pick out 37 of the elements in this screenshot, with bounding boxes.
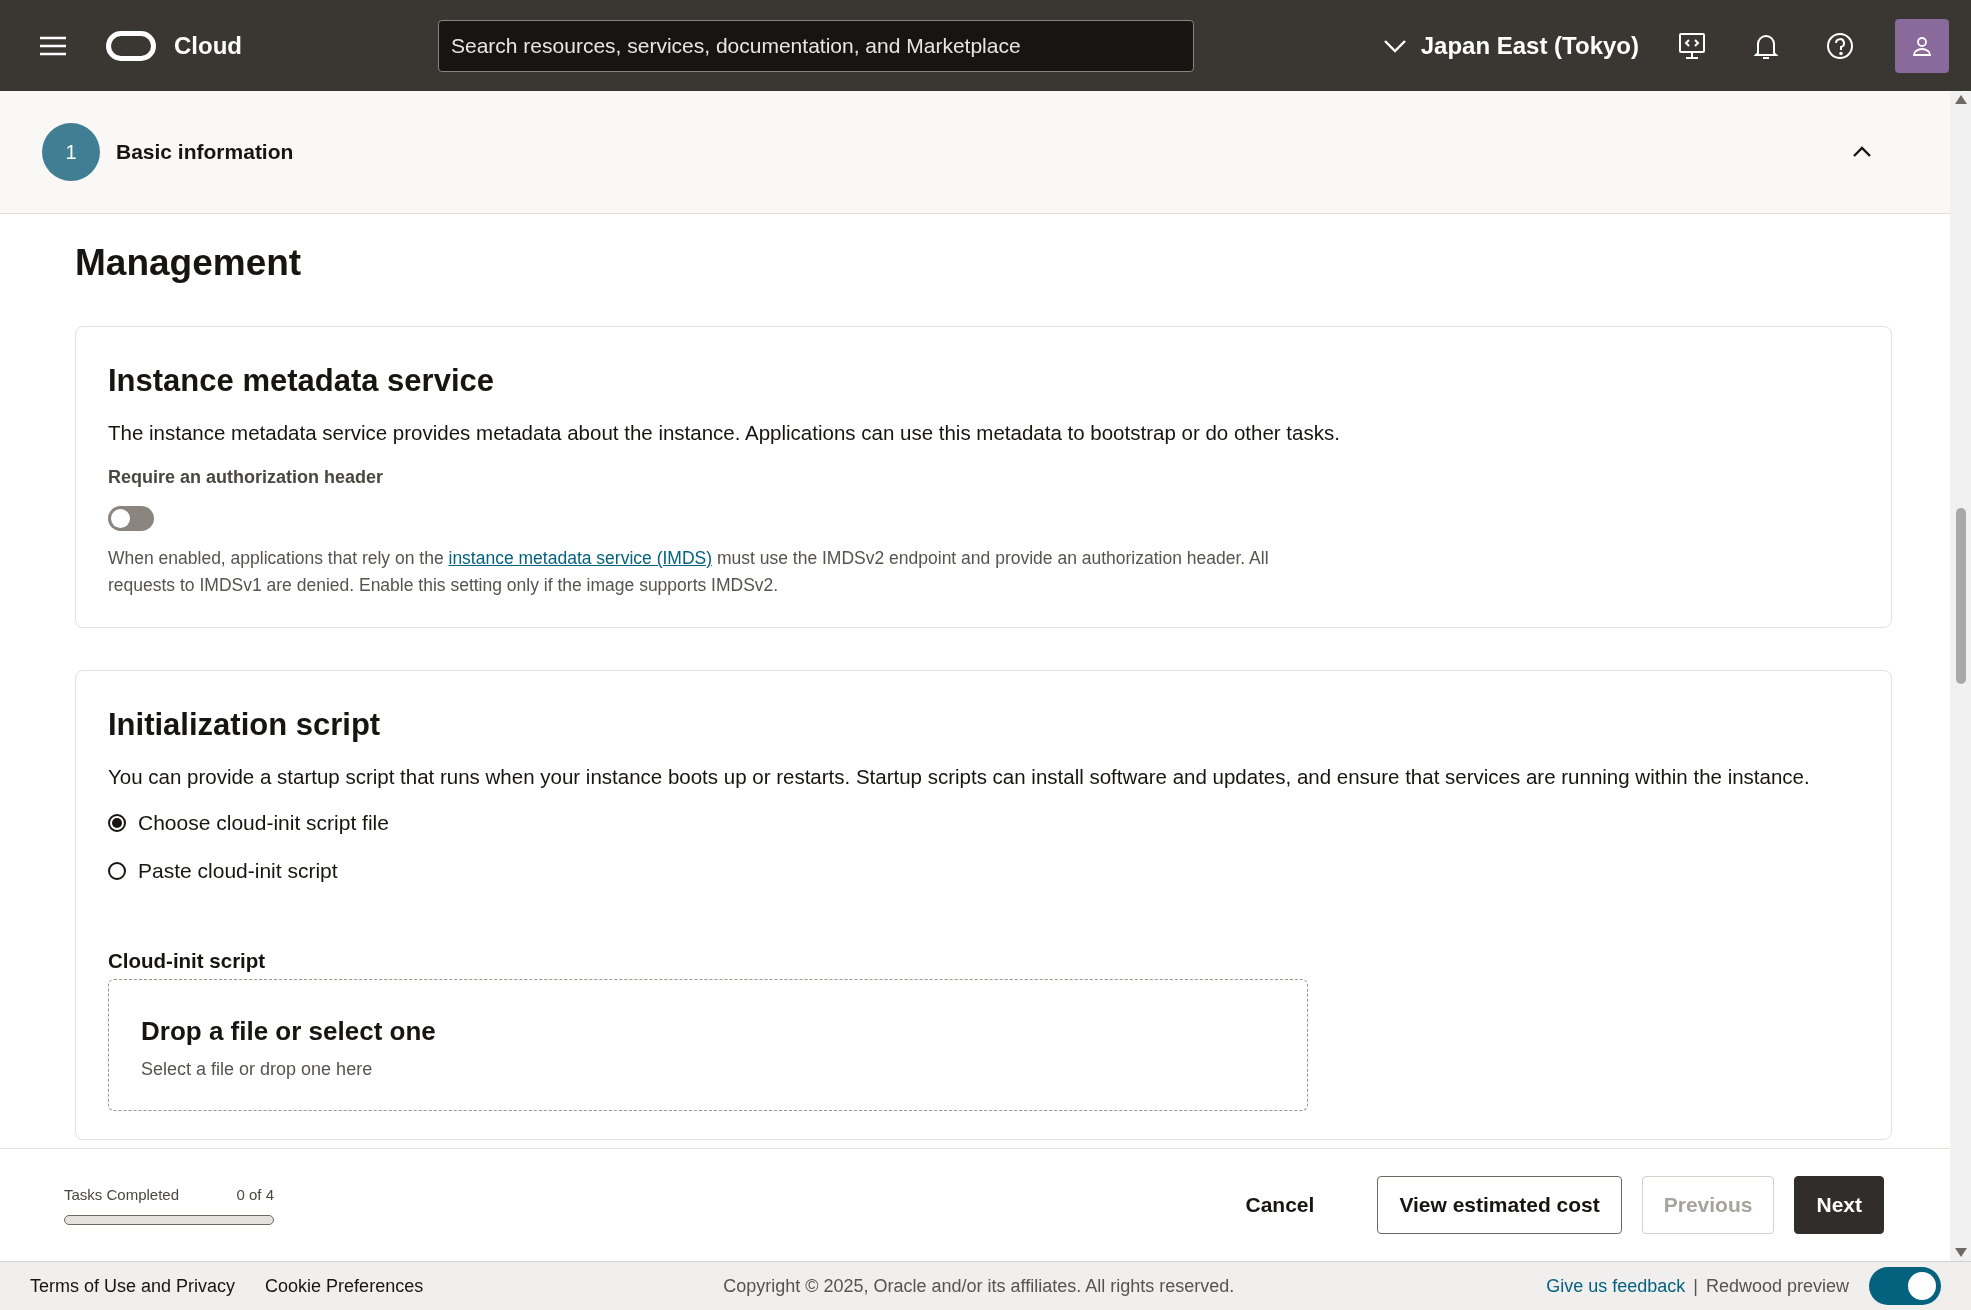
- preview-toggle[interactable]: [1869, 1267, 1941, 1305]
- footer-link[interactable]: Terms of Use and Privacy: [30, 1275, 236, 1297]
- help-text: When enabled, applications that rely on the instance metadata service (IMDS) must use the IMDSv2 endpoint and provide an authorization header. All requests to IMDSv1 are denied. Enable this setting only if the image supports IMDSv2.: [108, 547, 1270, 598]
- scrollbar-track[interactable]: [1950, 91, 1971, 1261]
- section-description: You can provide a startup script that runs when your instance boots up or restarts. Startup scripts can install software and updates, and ensure that services are running within the instance.: [108, 765, 1811, 790]
- brand-name: Cloud: [174, 31, 242, 60]
- outline-button[interactable]: View estimated cost: [1377, 1176, 1622, 1234]
- page-title: Management: [75, 242, 303, 284]
- footer-link[interactable]: Cookie Preferences: [265, 1275, 424, 1297]
- next-button[interactable]: Next: [1794, 1176, 1884, 1234]
- scroll-up-icon[interactable]: [1954, 95, 1967, 104]
- search-field[interactable]: Search resources, services, documentation, and Marketplace: [438, 19, 1194, 72]
- scrollbar-thumb[interactable]: [1955, 508, 1966, 684]
- field-label: Cloud-init script: [108, 949, 267, 974]
- caret-icon: [1382, 38, 1407, 53]
- region-selector[interactable]: Japan East (Tokyo): [1376, 30, 1645, 61]
- file-dropzone[interactable]: Drop a file or select one Select a file or drop one here: [108, 979, 1308, 1112]
- progress-count: 0 of 4: [236, 1185, 274, 1203]
- toggle-switch[interactable]: [108, 506, 154, 531]
- dropzone-title: Drop a file or select one: [141, 1016, 437, 1048]
- preview-label: Redwood preview: [1705, 1275, 1849, 1297]
- step-number: 1: [42, 123, 100, 181]
- help-link[interactable]: instance metadata service (IMDS): [448, 548, 713, 568]
- progress-label: Tasks Completed: [64, 1185, 180, 1203]
- section-description: The instance metadata service provides metadata about the instance. Applications can use this metadata to bootstrap or do other tasks.: [108, 421, 1341, 445]
- avatar[interactable]: [1895, 18, 1949, 73]
- step-title: Basic information: [116, 140, 294, 164]
- feedback-link[interactable]: Give us feedback: [1546, 1275, 1686, 1297]
- scroll-down-icon[interactable]: [1954, 1248, 1967, 1257]
- section-title: Instance metadata service: [108, 363, 495, 399]
- section-title: Initialization script: [108, 707, 382, 744]
- dropzone-hint: Select a file or drop one here: [141, 1059, 374, 1081]
- copyright-text: Copyright © 2025, Oracle and/or its affiliates. All rights reserved.: [723, 1275, 1235, 1297]
- separator: |: [1693, 1275, 1698, 1297]
- toggle-label: Require an authorization header: [108, 467, 385, 488]
- logo-icon[interactable]: [106, 30, 156, 61]
- cancel-button[interactable]: Cancel: [1224, 1176, 1336, 1234]
